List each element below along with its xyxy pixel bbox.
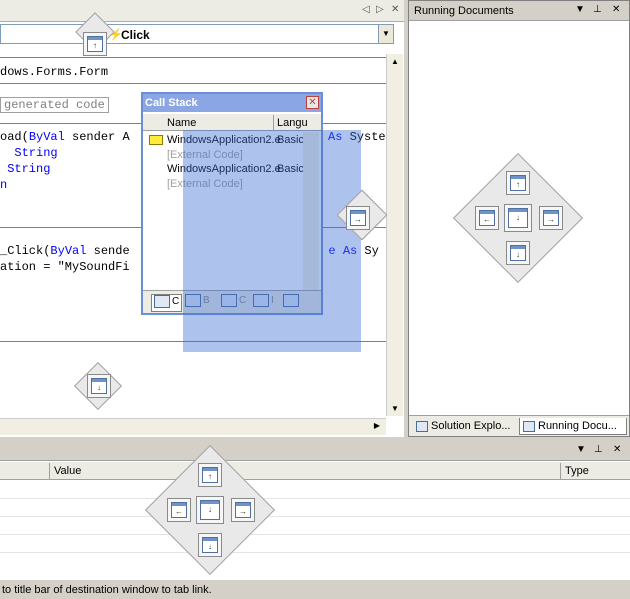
code-line: dows.Forms.Form bbox=[0, 65, 109, 79]
solution-explorer-icon bbox=[416, 421, 428, 432]
separator bbox=[0, 57, 386, 58]
code-line: generated code bbox=[0, 97, 109, 113]
dock-compass-running-documents[interactable]: ↑ ← ↓ → ↓ bbox=[452, 152, 584, 284]
column-separator[interactable] bbox=[273, 115, 274, 131]
running-documents-icon bbox=[523, 421, 535, 432]
column-separator[interactable] bbox=[560, 463, 561, 479]
code-line: n bbox=[0, 178, 8, 192]
event-combo[interactable]: ⚡ Click ▼ bbox=[0, 24, 394, 44]
column-header: Value Type bbox=[0, 462, 630, 480]
code-line: _Click(ByVal sende bbox=[0, 244, 130, 258]
collapsed-region[interactable]: generated code bbox=[0, 97, 109, 113]
dock-left-icon[interactable]: ← bbox=[475, 206, 499, 230]
dock-top-icon[interactable]: ↑ bbox=[198, 463, 222, 487]
close-icon[interactable]: ✕ bbox=[613, 444, 621, 455]
call-stack-title: Call Stack bbox=[145, 97, 198, 109]
event-combo-value: Click bbox=[121, 28, 150, 42]
column-value[interactable]: Value bbox=[54, 465, 81, 477]
dock-right-icon[interactable]: → bbox=[231, 498, 255, 522]
current-frame-arrow-icon bbox=[149, 135, 163, 145]
dock-bottom-icon[interactable]: ↓ bbox=[198, 533, 222, 557]
tab-solution-explorer[interactable]: Solution Explo... bbox=[413, 418, 517, 435]
scroll-right-icon[interactable]: ▶ bbox=[374, 421, 380, 430]
dock-compass-bottom-panel[interactable]: ↑ ← ↓ → ↓ bbox=[144, 444, 276, 576]
grid-line bbox=[0, 516, 630, 517]
window-title-bar[interactable]: Running Documents ▼ ⊥ ✕ bbox=[409, 1, 629, 21]
dock-bottom-icon[interactable]: ↓ bbox=[87, 374, 111, 398]
dock-guide-right[interactable]: → bbox=[336, 186, 388, 250]
close-icon[interactable]: ✕ bbox=[391, 4, 399, 15]
window-title: Running Documents bbox=[414, 5, 514, 17]
dropdown-icon[interactable]: ▼ bbox=[576, 444, 586, 455]
close-icon[interactable]: ✕ bbox=[306, 96, 319, 109]
dropdown-icon[interactable]: ▼ bbox=[575, 4, 585, 15]
vertical-scrollbar[interactable]: ▲ ▼ bbox=[386, 54, 403, 416]
dock-right-icon[interactable]: → bbox=[346, 206, 370, 230]
grid-line bbox=[0, 534, 630, 535]
grid-line bbox=[0, 498, 630, 499]
tab-running-documents[interactable]: Running Docu... bbox=[519, 418, 627, 435]
close-icon[interactable]: ✕ bbox=[612, 4, 620, 15]
column-language[interactable]: Langu bbox=[277, 117, 308, 129]
code-line: String bbox=[7, 162, 51, 176]
scroll-down-icon[interactable]: ▼ bbox=[389, 404, 401, 413]
pin-icon[interactable]: ⊥ bbox=[594, 444, 603, 455]
status-bar: to title bar of destination window to ta… bbox=[0, 579, 630, 599]
editor-tab-strip: ◁ ▷ ✕ bbox=[0, 0, 404, 22]
locals-panel: ▼ ⊥ ✕ Value Type bbox=[0, 441, 630, 579]
scroll-up-icon[interactable]: ▲ bbox=[389, 57, 401, 66]
dock-tab-center-icon[interactable]: ↓ bbox=[504, 204, 532, 232]
code-line: oad(ByVal sender A bbox=[0, 130, 130, 144]
status-text: to title bar of destination window to ta… bbox=[2, 584, 212, 596]
panel-title-bar[interactable]: ▼ ⊥ ✕ bbox=[0, 441, 630, 461]
dock-bottom-icon[interactable]: ↓ bbox=[506, 241, 530, 265]
call-stack-icon bbox=[154, 295, 170, 308]
call-stack-title-bar[interactable]: Call Stack ✕ bbox=[143, 94, 321, 112]
tab-call-stack[interactable]: C bbox=[151, 294, 183, 312]
code-line: String bbox=[14, 146, 58, 160]
column-name[interactable]: Name bbox=[167, 117, 196, 129]
tool-window-tabs: Solution Explo... Running Docu... bbox=[409, 415, 629, 436]
dock-top-icon[interactable]: ↑ bbox=[83, 32, 107, 56]
pin-icon[interactable]: ⊥ bbox=[593, 4, 602, 15]
dock-preview-overlay bbox=[183, 130, 361, 352]
dock-right-icon[interactable]: → bbox=[539, 206, 563, 230]
column-type[interactable]: Type bbox=[565, 465, 589, 477]
dock-guide-top[interactable]: ↑ bbox=[70, 12, 120, 64]
scroll-right-icon[interactable]: ▷ bbox=[376, 4, 384, 15]
separator bbox=[0, 83, 386, 84]
chevron-down-icon[interactable]: ▼ bbox=[378, 25, 393, 43]
call-stack-header: Name Langu bbox=[143, 114, 321, 131]
code-line: ation = "MySoundFi bbox=[0, 260, 130, 274]
horizontal-scrollbar[interactable]: ▶ bbox=[0, 418, 386, 435]
scroll-left-icon[interactable]: ◁ bbox=[362, 4, 370, 15]
dock-tab-center-icon[interactable]: ↓ bbox=[196, 496, 224, 524]
dock-guide-bottom[interactable]: ↓ bbox=[66, 361, 132, 416]
dock-top-icon[interactable]: ↑ bbox=[506, 171, 530, 195]
grid-line bbox=[0, 552, 630, 553]
column-separator[interactable] bbox=[49, 463, 50, 479]
dock-left-icon[interactable]: ← bbox=[167, 498, 191, 522]
